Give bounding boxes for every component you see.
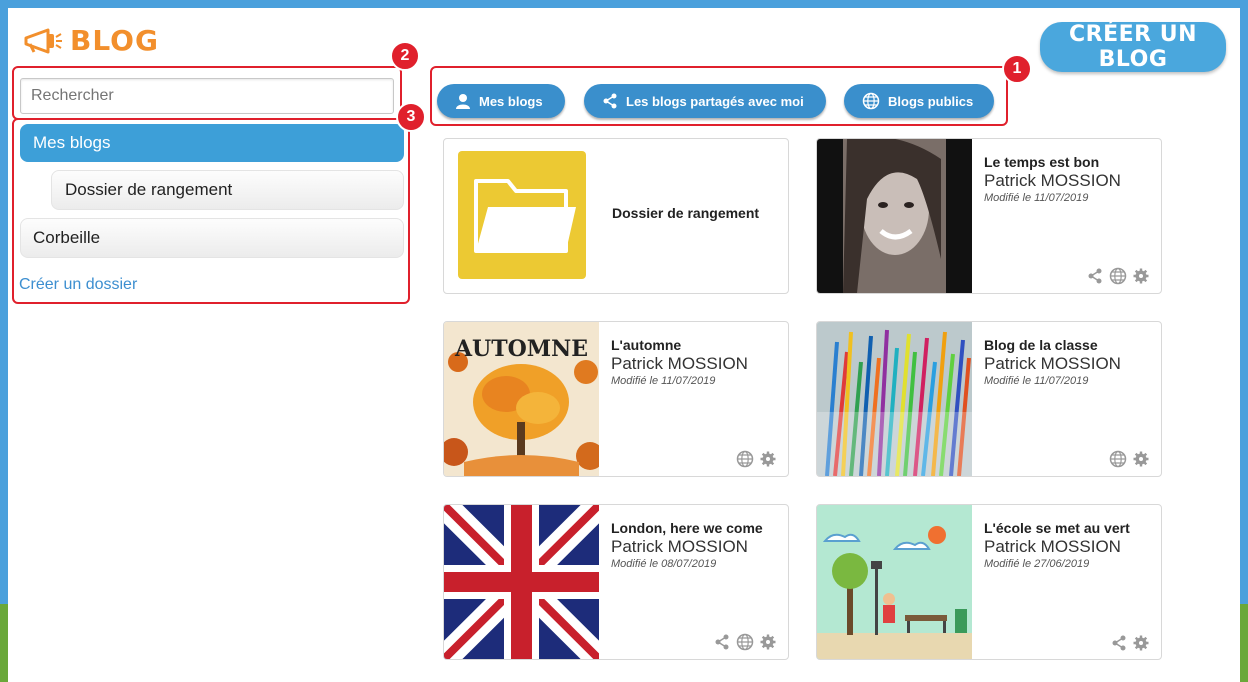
globe-icon[interactable]	[736, 450, 754, 468]
gear-icon[interactable]	[1133, 451, 1149, 467]
blog-thumbnail	[817, 505, 972, 659]
app-header: BLOG	[22, 24, 159, 57]
blog-thumbnail	[817, 139, 972, 293]
blog-modified-date: Modifié le 11/07/2019	[984, 192, 1089, 204]
thumbnail-caption: AUTOMNE	[454, 336, 589, 362]
blog-author: Patrick MOSSION	[984, 537, 1121, 556]
blog-card[interactable]: Le temps est bon Patrick MOSSION Modifié…	[816, 138, 1162, 294]
blog-author: Patrick MOSSION	[984, 354, 1121, 373]
blog-thumbnail	[817, 322, 972, 476]
blog-title: Blog de la classe	[984, 337, 1098, 353]
folder-icon	[474, 179, 576, 253]
blog-title: L'automne	[611, 337, 682, 353]
gear-icon[interactable]	[760, 451, 776, 467]
annotation-badge-2: 2	[390, 41, 420, 71]
share-icon[interactable]	[1111, 635, 1127, 651]
blog-card[interactable]: L'école se met au vert Patrick MOSSION M…	[816, 504, 1162, 660]
annotation-box-sidebar	[12, 118, 410, 304]
blog-modified-date: Modifié le 08/07/2019	[611, 558, 717, 570]
globe-icon[interactable]	[736, 633, 754, 651]
folder-thumbnail	[458, 151, 586, 279]
blog-thumbnail: AUTOMNE	[444, 322, 599, 476]
gear-icon[interactable]	[1133, 268, 1149, 284]
right-frame	[1240, 8, 1248, 682]
blog-card[interactable]: AUTOMNE L'automne Patrick MOSSION Modifi…	[443, 321, 789, 477]
blog-author: Patrick MOSSION	[611, 537, 748, 556]
blog-thumbnail	[444, 505, 599, 659]
blog-author: Patrick MOSSION	[984, 171, 1121, 190]
blog-modified-date: Modifié le 11/07/2019	[984, 375, 1089, 387]
annotation-badge-1: 1	[1002, 54, 1032, 84]
megaphone-icon	[24, 28, 62, 53]
left-frame	[0, 8, 8, 682]
app-title: BLOG	[70, 24, 159, 57]
annotation-box-filters	[430, 66, 1008, 126]
top-bar	[0, 0, 1248, 8]
share-icon[interactable]	[1087, 268, 1103, 284]
create-blog-button[interactable]: CRÉER UN BLOG	[1040, 22, 1226, 72]
annotation-badge-3: 3	[396, 102, 426, 132]
blog-author: Patrick MOSSION	[611, 354, 748, 373]
blog-title: Le temps est bon	[984, 154, 1100, 170]
annotation-box-search	[12, 66, 402, 120]
blog-modified-date: Modifié le 11/07/2019	[611, 375, 716, 387]
globe-icon[interactable]	[1109, 267, 1127, 285]
blog-modified-date: Modifié le 27/06/2019	[984, 558, 1090, 570]
blog-card[interactable]: London, here we come Patrick MOSSION Mod…	[443, 504, 789, 660]
globe-icon[interactable]	[1109, 450, 1127, 468]
blog-title: L'école se met au vert	[984, 520, 1130, 536]
folder-label: Dossier de rangement	[612, 205, 760, 221]
gear-icon[interactable]	[760, 634, 776, 650]
blog-title: London, here we come	[611, 520, 763, 536]
folder-card[interactable]: Dossier de rangement	[443, 138, 789, 294]
gear-icon[interactable]	[1133, 635, 1149, 651]
share-icon[interactable]	[714, 634, 730, 650]
blog-card[interactable]: Blog de la classe Patrick MOSSION Modifi…	[816, 321, 1162, 477]
